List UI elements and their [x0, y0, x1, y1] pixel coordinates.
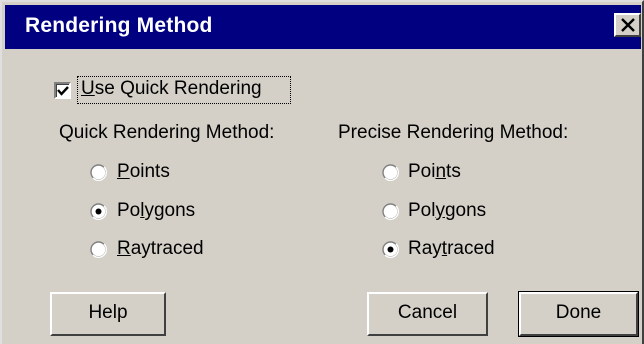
close-button[interactable] — [614, 13, 641, 37]
quick-points-radio[interactable] — [90, 164, 107, 181]
use-quick-rendering-text: se Quick Rendering — [94, 78, 262, 99]
precise-polygons-radio[interactable] — [382, 203, 399, 220]
cancel-button[interactable]: Cancel — [367, 292, 488, 336]
mnemonic-u: U — [81, 78, 95, 99]
quick-points-label[interactable]: Points — [117, 161, 170, 183]
use-quick-rendering-label[interactable]: Use Quick Rendering — [81, 78, 262, 100]
radio-dot — [387, 246, 394, 253]
precise-raytraced-label[interactable]: Raytraced — [408, 238, 495, 260]
mnemonic-n: n — [435, 161, 447, 182]
precise-polygons-label[interactable]: Polygons — [408, 200, 486, 222]
help-button[interactable]: Help — [50, 292, 166, 336]
precise-raytraced-radio[interactable] — [382, 241, 399, 258]
precise-points-label[interactable]: Points — [408, 161, 461, 183]
quick-raytraced-radio[interactable] — [90, 241, 107, 258]
close-icon — [621, 18, 635, 32]
quick-polygons-label[interactable]: Polygons — [117, 200, 195, 222]
use-quick-rendering-checkbox[interactable] — [54, 82, 71, 99]
mnemonic-r: R — [117, 238, 131, 259]
mnemonic-y: y — [435, 200, 445, 221]
quick-polygons-radio[interactable] — [90, 203, 107, 220]
mnemonic-p: P — [117, 161, 130, 182]
done-button[interactable]: Done — [518, 291, 639, 337]
quick-raytraced-label[interactable]: Raytraced — [117, 238, 204, 260]
title-bar[interactable]: Rendering Method — [5, 5, 641, 49]
rendering-method-dialog: Rendering Method Use Quick Rendering Qui… — [0, 0, 644, 344]
quick-points-text: oints — [129, 161, 170, 182]
window-title: Rendering Method — [25, 14, 213, 37]
quick-rendering-method-heading: Quick Rendering Method: — [59, 122, 275, 143]
checkmark-icon — [57, 86, 69, 96]
radio-dot — [95, 208, 102, 215]
precise-points-radio[interactable] — [382, 164, 399, 181]
precise-rendering-method-heading: Precise Rendering Method: — [338, 122, 569, 143]
